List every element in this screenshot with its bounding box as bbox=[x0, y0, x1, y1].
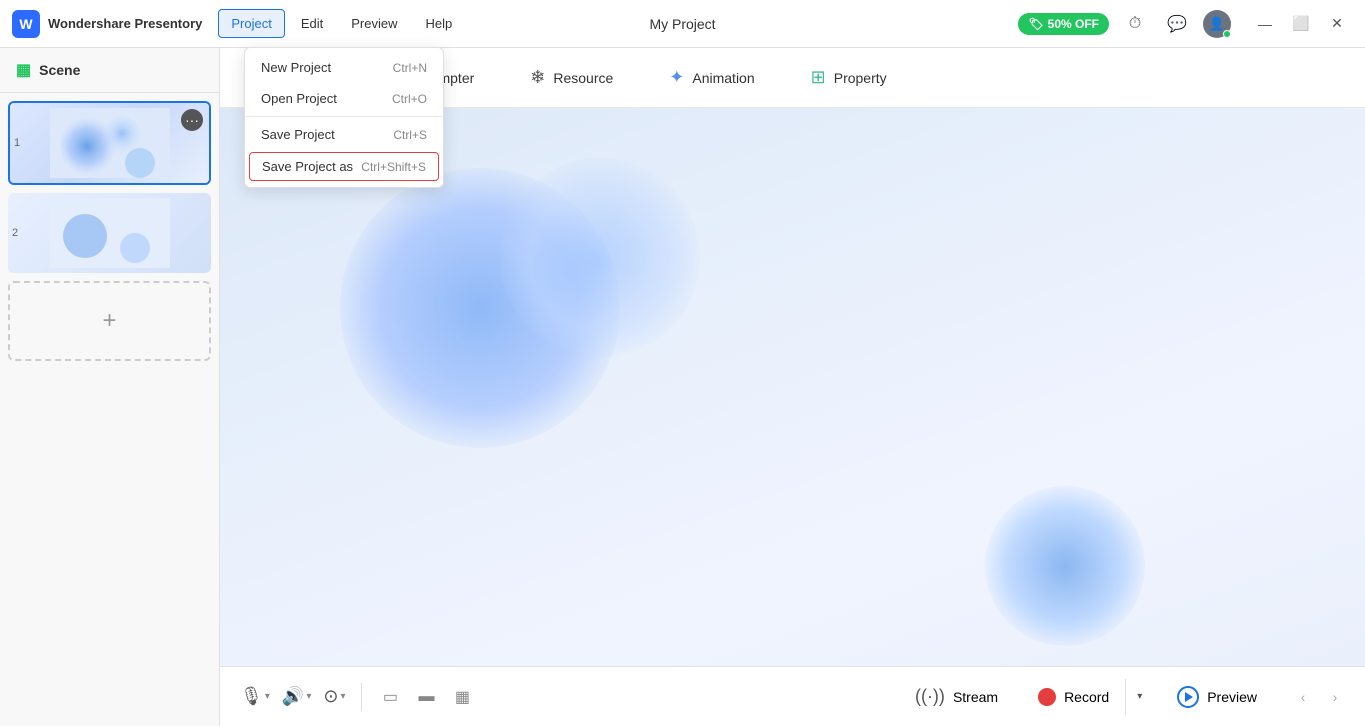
open-project-label: Open Project bbox=[261, 91, 337, 106]
scene-num-2: 2 bbox=[12, 227, 18, 239]
toolbar-item-resource[interactable]: ❄ Resource bbox=[518, 59, 625, 96]
mic-tool[interactable]: 🎙 ▾ bbox=[236, 680, 274, 713]
menu-item-save-project[interactable]: Save Project Ctrl+S bbox=[245, 119, 443, 150]
scene-item-1[interactable]: 1 bbox=[8, 101, 211, 185]
sidebar-title: Scene bbox=[39, 62, 80, 78]
discount-text: 50% OFF bbox=[1048, 17, 1099, 31]
save-project-as-label: Save Project as bbox=[262, 159, 353, 174]
project-dropdown-menu: New Project Ctrl+N Open Project Ctrl+O S… bbox=[244, 47, 444, 188]
titlebar: W Wondershare Presentory Project Edit Pr… bbox=[0, 0, 1365, 48]
menu-divider bbox=[245, 116, 443, 117]
resource-icon: ❄ bbox=[530, 67, 545, 88]
animation-label: Animation bbox=[692, 70, 754, 86]
layout-icon[interactable]: ▬ bbox=[410, 681, 442, 713]
toolbar-item-animation[interactable]: ✦ Animation bbox=[657, 59, 766, 96]
stream-label: Stream bbox=[953, 689, 998, 705]
menu-item-save-project-as[interactable]: Save Project as Ctrl+Shift+S bbox=[249, 152, 439, 181]
menu-project[interactable]: Project bbox=[218, 9, 284, 38]
preview-play-triangle bbox=[1185, 692, 1193, 702]
menu-edit[interactable]: Edit bbox=[289, 10, 335, 37]
preview-label: Preview bbox=[1207, 689, 1257, 705]
camera-tool[interactable]: ⊙ ▾ bbox=[319, 680, 349, 713]
menu-item-open-project[interactable]: Open Project Ctrl+O bbox=[245, 83, 443, 114]
scene-more-button-1[interactable]: ··· bbox=[181, 109, 203, 131]
stream-button[interactable]: ((·)) Stream bbox=[895, 678, 1018, 715]
volume-arrow: ▾ bbox=[306, 691, 311, 702]
save-project-as-shortcut: Ctrl+Shift+S bbox=[361, 160, 426, 174]
scene-icon: ▦ bbox=[16, 60, 31, 80]
mic-icon: 🎙 bbox=[240, 686, 263, 707]
preview-play-icon bbox=[1177, 686, 1199, 708]
discount-icon: 🏷 bbox=[1028, 17, 1043, 31]
scenes-list: 1 bbox=[0, 93, 219, 726]
volume-icon: 🔊 bbox=[282, 686, 304, 707]
canvas-area bbox=[220, 108, 1365, 666]
add-scene-button[interactable]: + bbox=[8, 281, 211, 361]
user-status-dot bbox=[1223, 30, 1231, 38]
menu-bar: Project Edit Preview Help bbox=[218, 9, 464, 38]
nav-arrows: ‹ › bbox=[1289, 683, 1349, 711]
screen-icon[interactable]: ▭ bbox=[374, 681, 406, 713]
add-scene-icon: + bbox=[102, 307, 116, 335]
menu-item-new-project[interactable]: New Project Ctrl+N bbox=[245, 52, 443, 83]
camera-icon: ⊙ bbox=[323, 686, 338, 707]
property-label: Property bbox=[834, 70, 887, 86]
project-title: My Project bbox=[649, 16, 715, 32]
win-controls: — ⬜ ✕ bbox=[1249, 8, 1353, 40]
app-logo-icon: W bbox=[12, 10, 40, 38]
app-logo: W Wondershare Presentory bbox=[12, 10, 202, 38]
new-project-label: New Project bbox=[261, 60, 331, 75]
blob-2 bbox=[500, 158, 700, 358]
scene-num-1: 1 bbox=[14, 137, 20, 149]
sidebar-header: ▦ Scene bbox=[0, 48, 219, 93]
app-name: Wondershare Presentory bbox=[48, 16, 202, 31]
new-project-shortcut: Ctrl+N bbox=[393, 61, 427, 75]
record-button[interactable]: Record bbox=[1022, 680, 1125, 714]
timer-icon[interactable]: ⏱ bbox=[1119, 8, 1151, 40]
grid-icon[interactable]: ▦ bbox=[446, 681, 478, 713]
chat-icon[interactable]: 💬 bbox=[1161, 8, 1193, 40]
record-label: Record bbox=[1064, 689, 1109, 705]
scene-thumb-2 bbox=[8, 193, 211, 273]
canvas-bg bbox=[220, 108, 1365, 666]
scene-thumb-1-svg bbox=[50, 108, 170, 178]
record-dropdown-arrow[interactable]: ▾ bbox=[1125, 679, 1153, 715]
save-project-shortcut: Ctrl+S bbox=[393, 128, 427, 142]
close-button[interactable]: ✕ bbox=[1321, 8, 1353, 40]
nav-prev-arrow[interactable]: ‹ bbox=[1289, 683, 1317, 711]
scene-item-2[interactable]: 2 bbox=[8, 193, 211, 273]
menu-help[interactable]: Help bbox=[414, 10, 465, 37]
maximize-button[interactable]: ⬜ bbox=[1285, 8, 1317, 40]
sidebar: ▦ Scene 1 bbox=[0, 48, 220, 726]
user-avatar[interactable]: 👤 bbox=[1203, 10, 1231, 38]
save-project-label: Save Project bbox=[261, 127, 335, 142]
stream-icon: ((·)) bbox=[915, 686, 945, 707]
record-dot bbox=[1038, 688, 1056, 706]
open-project-shortcut: Ctrl+O bbox=[392, 92, 427, 106]
property-icon: ⊞ bbox=[811, 67, 826, 88]
nav-next-arrow[interactable]: › bbox=[1321, 683, 1349, 711]
record-button-group: Record ▾ bbox=[1022, 679, 1153, 715]
resource-label: Resource bbox=[553, 70, 613, 86]
volume-tool[interactable]: 🔊 ▾ bbox=[278, 680, 315, 713]
bottom-divider-1 bbox=[361, 683, 362, 711]
titlebar-right: 🏷 50% OFF ⏱ 💬 👤 — ⬜ ✕ bbox=[1018, 8, 1353, 40]
discount-badge[interactable]: 🏷 50% OFF bbox=[1018, 13, 1109, 35]
mic-arrow: ▾ bbox=[265, 691, 270, 702]
scene-thumb-2-svg bbox=[50, 198, 170, 268]
animation-icon: ✦ bbox=[669, 67, 684, 88]
menu-preview[interactable]: Preview bbox=[339, 10, 409, 37]
bottom-bar: 🎙 ▾ 🔊 ▾ ⊙ ▾ ▭ ▬ ▦ ((·)) Stream bbox=[220, 666, 1365, 726]
main-area: ▦ Scene 1 bbox=[0, 48, 1365, 726]
scene-thumb-1 bbox=[10, 103, 209, 183]
preview-button[interactable]: Preview bbox=[1157, 678, 1277, 716]
toolbar-item-property[interactable]: ⊞ Property bbox=[799, 59, 899, 96]
blob-3 bbox=[985, 486, 1145, 646]
minimize-button[interactable]: — bbox=[1249, 8, 1281, 40]
camera-arrow: ▾ bbox=[340, 691, 345, 702]
